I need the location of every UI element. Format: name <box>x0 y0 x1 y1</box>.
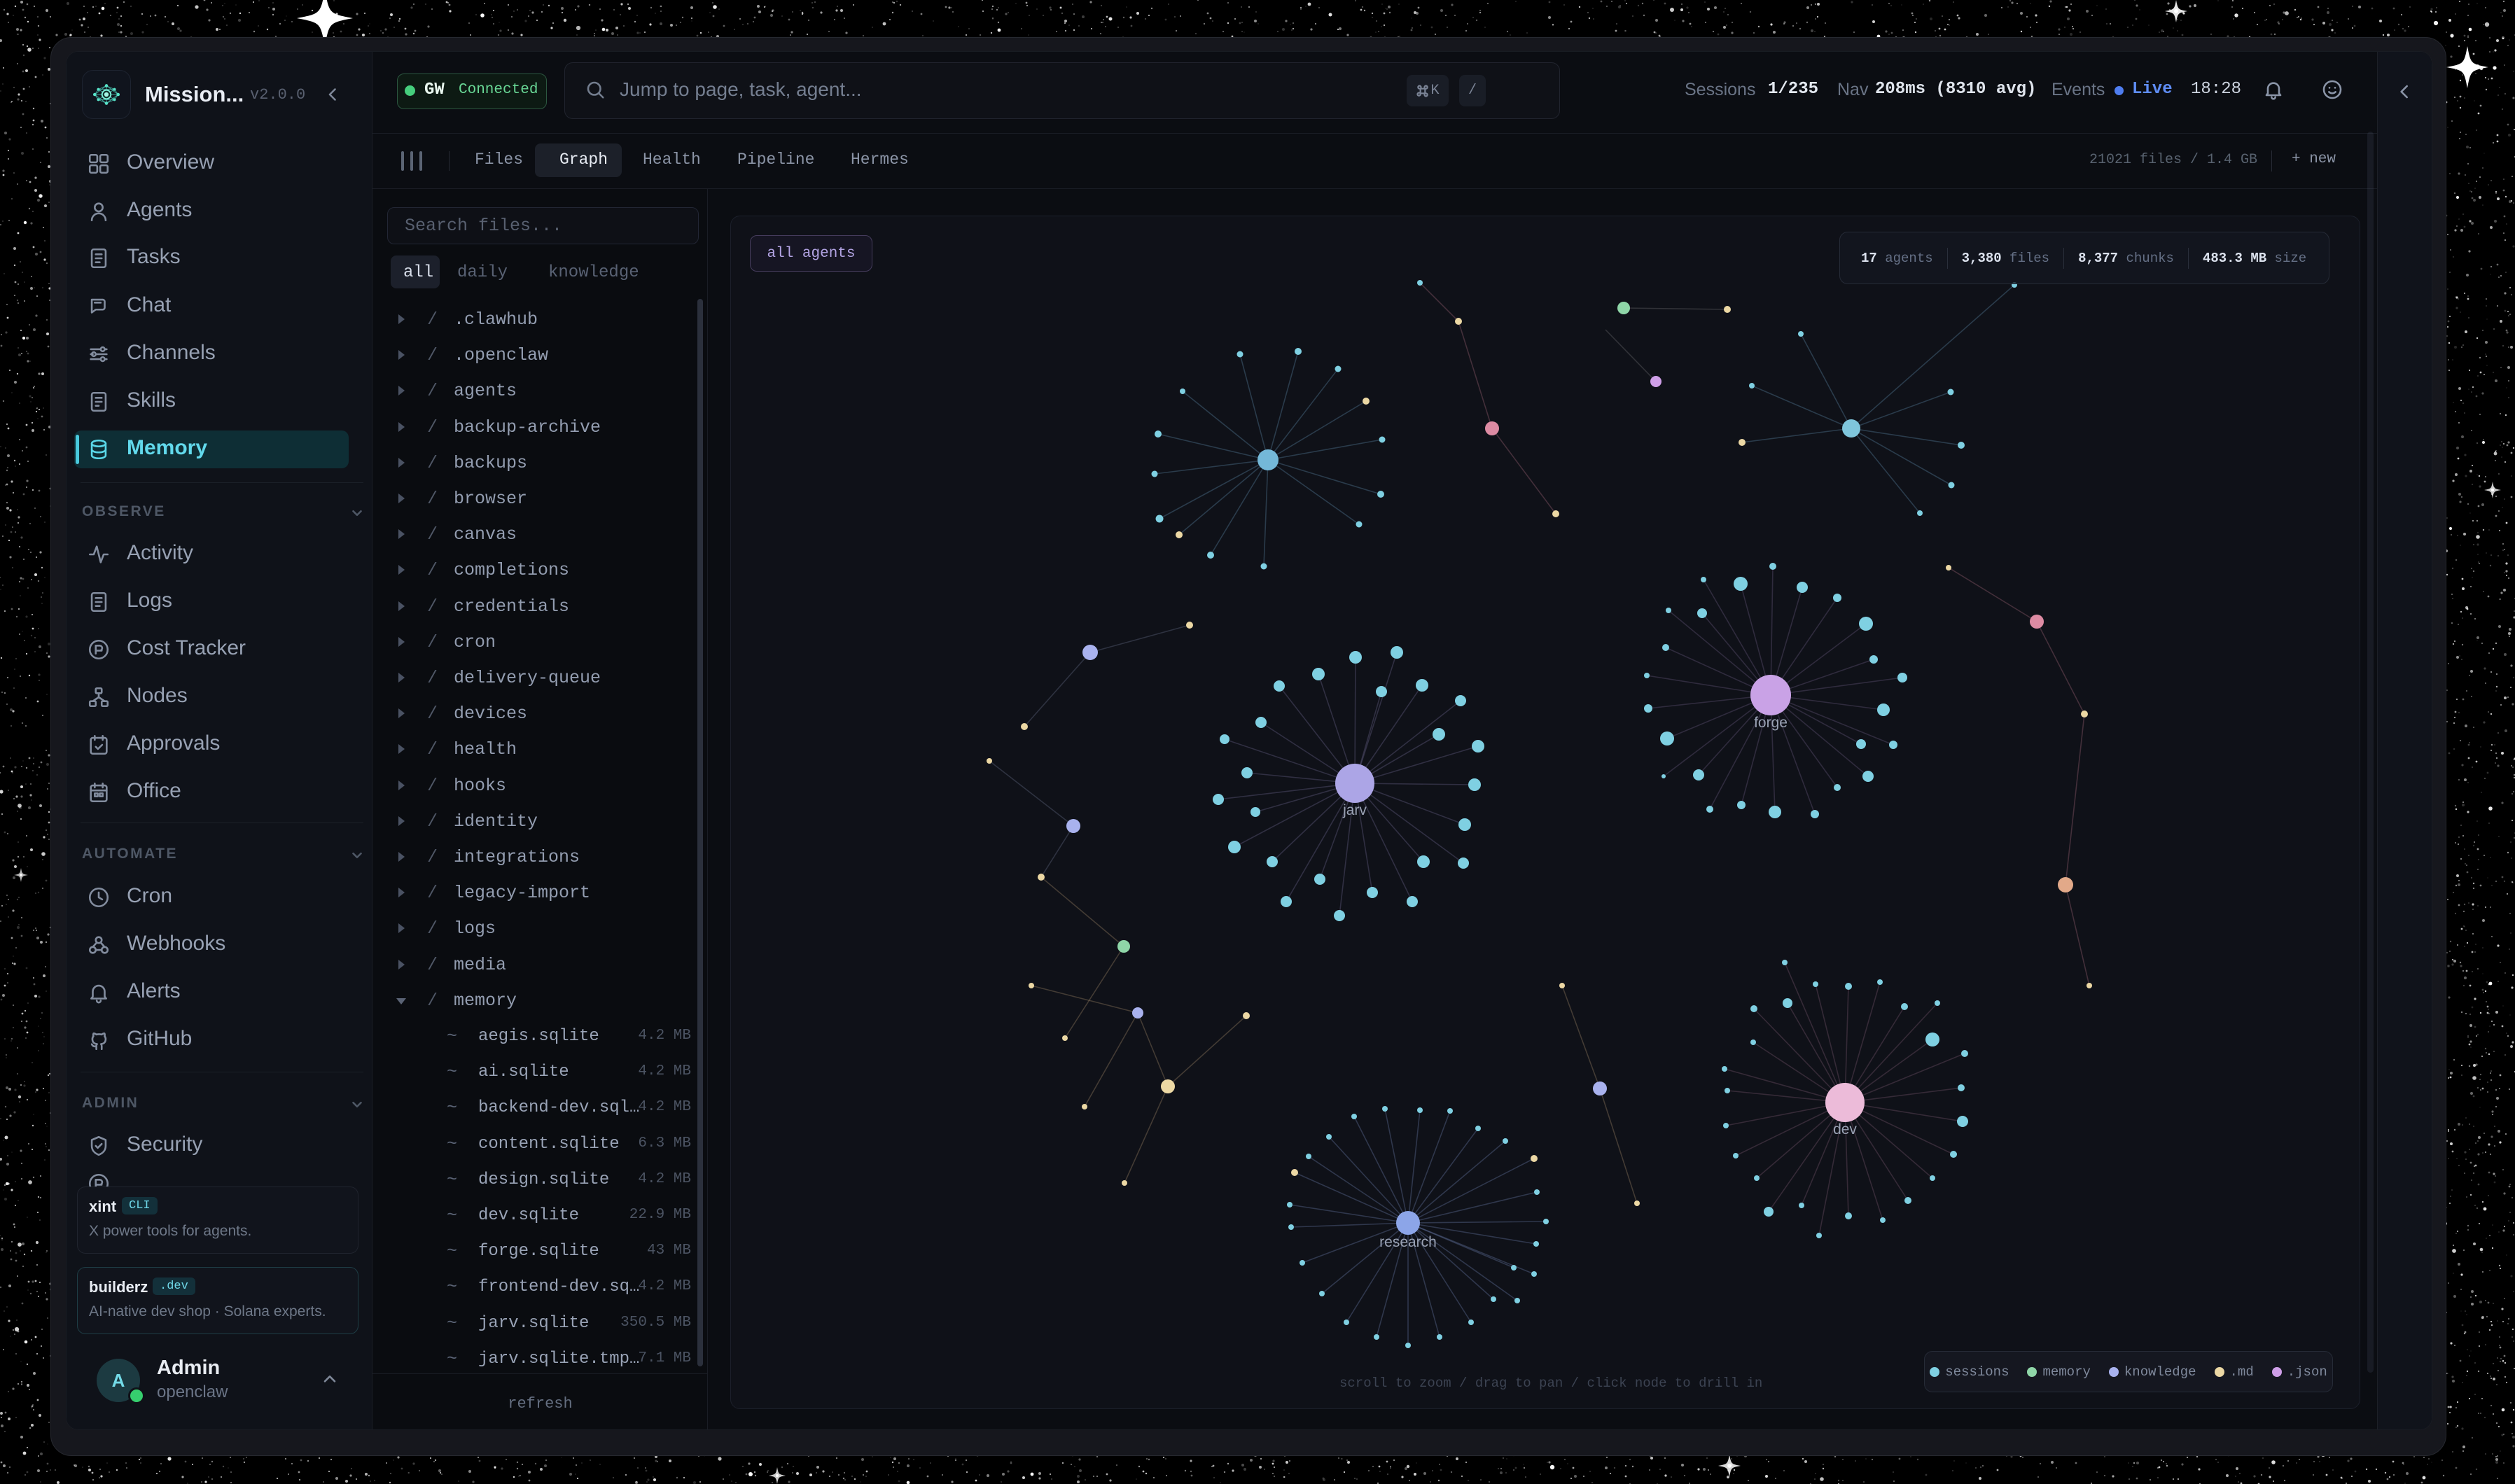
svg-text:research: research <box>1379 1234 1437 1250</box>
svg-text:jarv: jarv <box>1342 802 1367 818</box>
svg-text:forge: forge <box>1754 715 1788 731</box>
svg-text:dev: dev <box>1833 1121 1857 1138</box>
